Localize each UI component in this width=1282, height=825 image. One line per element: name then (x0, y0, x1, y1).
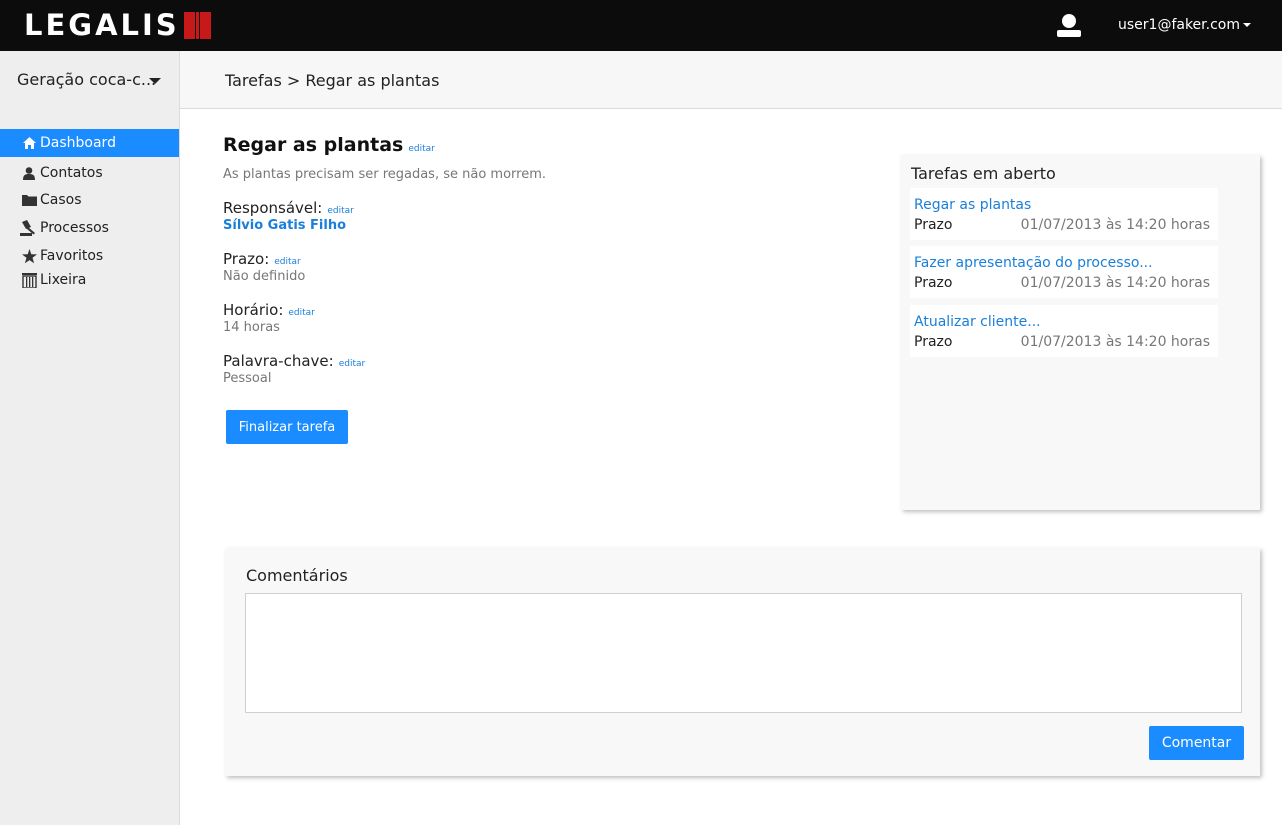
palavra-chave-value: Pessoal (223, 371, 272, 386)
task-deadline-label: Prazo (914, 217, 953, 233)
breadcrumb-bar: Tarefas > Regar as plantas (180, 51, 1282, 109)
person-icon (20, 166, 38, 180)
sidebar-item-dashboard[interactable]: Dashboard (0, 129, 179, 157)
user-menu[interactable]: user1@faker.com (1118, 16, 1240, 34)
chevron-down-icon[interactable] (1243, 23, 1251, 27)
edit-palavra-chave-link[interactable]: editar (339, 359, 366, 369)
field-label: Horário: (223, 301, 284, 319)
comment-input[interactable] (245, 593, 1242, 713)
sidebar-item-casos[interactable]: Casos (0, 186, 179, 214)
task-link[interactable]: Atualizar cliente... (914, 313, 1041, 331)
project-selector[interactable]: Geração coca-c... (17, 70, 156, 90)
task-deadline-date: 01/07/2013 às 14:20 horas (1020, 334, 1210, 350)
sidebar-item-label: Favoritos (40, 248, 104, 264)
sidebar: Geração coca-c... Dashboard Contatos Cas… (0, 51, 180, 825)
breadcrumb[interactable]: Tarefas > Regar as plantas (225, 71, 439, 91)
list-item[interactable]: Atualizar cliente... Prazo 01/07/2013 às… (910, 305, 1218, 357)
responsavel-link[interactable]: Sílvio Gatis Filho (223, 217, 346, 234)
field-label: Prazo: (223, 250, 270, 268)
list-item[interactable]: Regar as plantas Prazo 01/07/2013 às 14:… (910, 188, 1218, 240)
panel-title: Tarefas em aberto (911, 164, 1056, 183)
comments-panel: Comentários Comentar (225, 548, 1260, 776)
user-icon[interactable] (1056, 12, 1082, 38)
sidebar-item-lixeira[interactable]: Lixeira (0, 266, 179, 294)
task-link[interactable]: Regar as plantas (914, 196, 1031, 214)
task-deadline-date: 01/07/2013 às 14:20 horas (1020, 217, 1210, 233)
edit-prazo-link[interactable]: editar (274, 257, 301, 267)
task-link[interactable]: Fazer apresentação do processo... (914, 254, 1153, 272)
task-deadline-date: 01/07/2013 às 14:20 horas (1020, 275, 1210, 291)
task-deadline-label: Prazo (914, 275, 953, 291)
logo-mark-icon (183, 11, 211, 39)
comment-submit-button[interactable]: Comentar (1149, 726, 1244, 760)
edit-responsavel-link[interactable]: editar (327, 206, 354, 216)
page-title: Regar as plantas editar (223, 133, 435, 161)
home-icon (20, 137, 38, 149)
caret-down-icon[interactable] (149, 78, 161, 84)
field-label: Responsável: (223, 199, 323, 217)
star-icon (20, 248, 38, 264)
open-tasks-panel: Tarefas em aberto Regar as plantas Prazo… (901, 155, 1260, 510)
sidebar-item-contatos[interactable]: Contatos (0, 159, 179, 187)
folder-icon (20, 194, 38, 206)
gavel-icon (20, 220, 38, 236)
horario-value: 14 horas (223, 320, 280, 335)
task-description: As plantas precisam ser regadas, se não … (223, 167, 547, 182)
sidebar-item-label: Casos (40, 192, 82, 208)
edit-title-link[interactable]: editar (408, 144, 435, 154)
field-label: Palavra-chave: (223, 352, 334, 370)
edit-horario-link[interactable]: editar (288, 308, 315, 318)
logo[interactable]: LEGALIS (24, 8, 211, 42)
top-bar: LEGALIS user1@faker.com (0, 0, 1282, 51)
comments-title: Comentários (246, 566, 348, 585)
task-title: Regar as plantas (223, 134, 404, 156)
sidebar-item-processos[interactable]: Processos (0, 214, 179, 242)
finish-task-button[interactable]: Finalizar tarefa (226, 410, 348, 444)
trash-icon (20, 272, 38, 288)
prazo-value: Não definido (223, 269, 306, 284)
logo-text: LEGALIS (24, 8, 180, 42)
list-item[interactable]: Fazer apresentação do processo... Prazo … (910, 246, 1218, 298)
task-deadline-label: Prazo (914, 334, 953, 350)
sidebar-item-label: Dashboard (40, 135, 116, 151)
sidebar-item-label: Contatos (40, 165, 103, 181)
sidebar-item-label: Lixeira (40, 272, 87, 288)
sidebar-item-label: Processos (40, 220, 109, 236)
